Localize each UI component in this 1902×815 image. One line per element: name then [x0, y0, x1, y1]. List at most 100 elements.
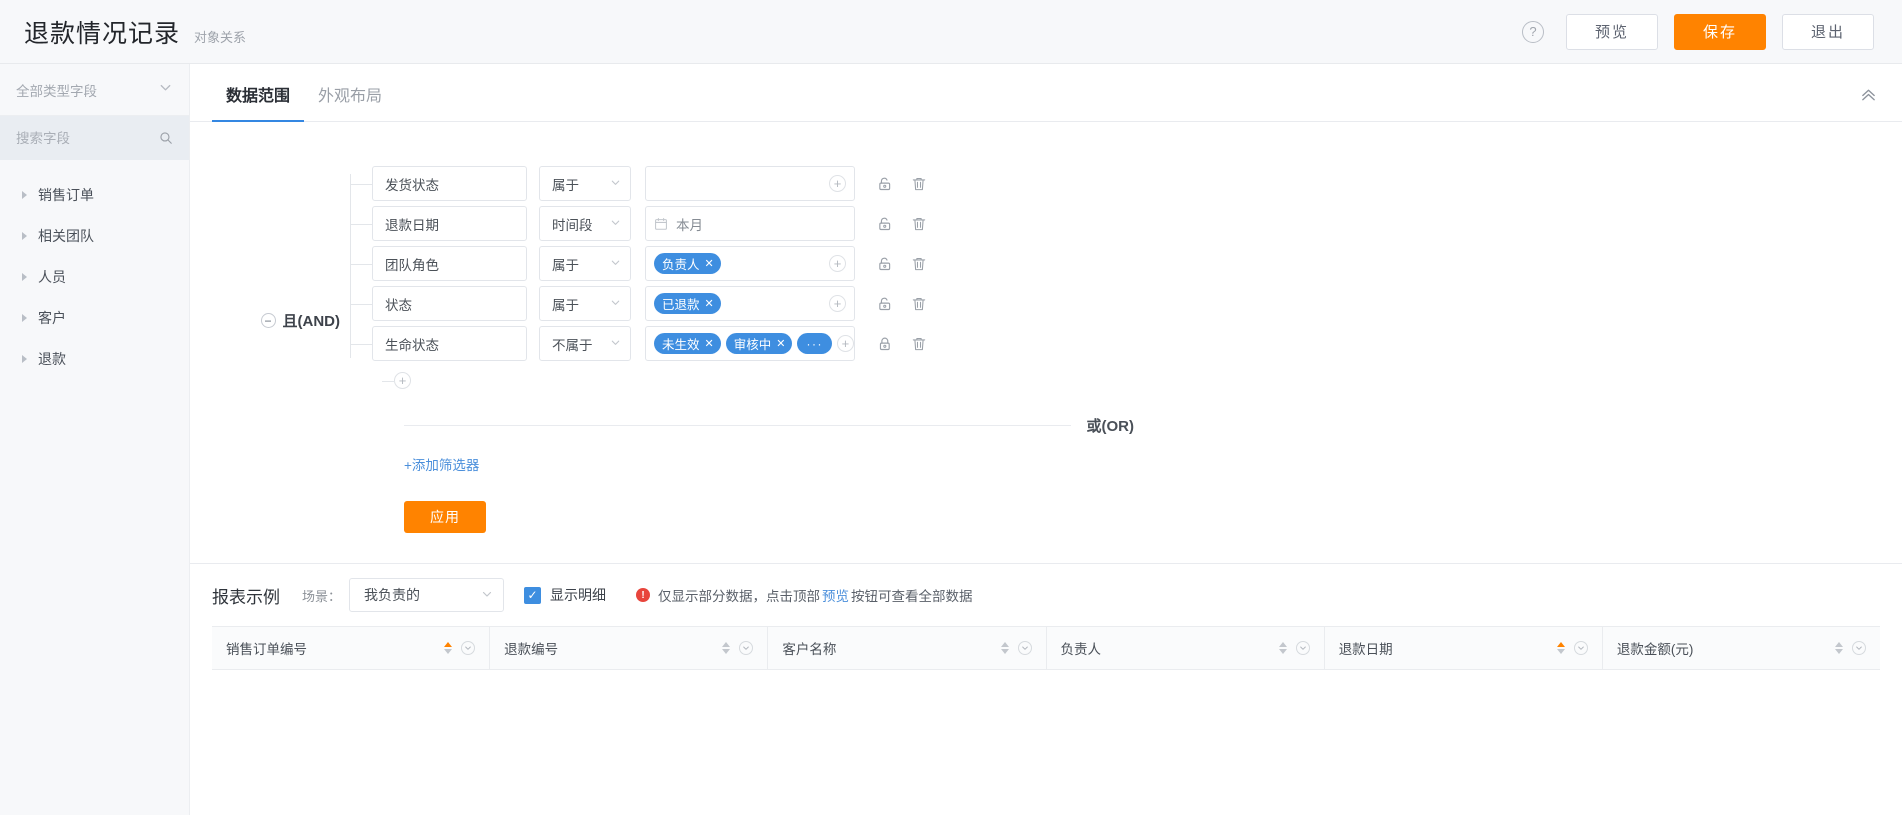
- add-value-icon[interactable]: +: [829, 295, 846, 312]
- filter-group-operator-label: 且(AND): [282, 313, 341, 330]
- filter-operator-select[interactable]: 时间段: [539, 206, 631, 241]
- sort-icon[interactable]: [722, 642, 731, 654]
- table-column-header[interactable]: 退款金额(元): [1603, 627, 1880, 669]
- table-column-header[interactable]: 退款日期: [1325, 627, 1603, 669]
- delete-icon[interactable]: [911, 336, 927, 352]
- unlock-icon[interactable]: [877, 256, 893, 272]
- sidebar-item-sales-order[interactable]: 销售订单: [0, 174, 189, 215]
- column-controls: [444, 641, 476, 655]
- value-tag[interactable]: 负责人 ✕: [654, 253, 721, 274]
- column-menu-icon[interactable]: [1573, 641, 1588, 655]
- add-filter-link[interactable]: +添加筛选器: [404, 454, 479, 474]
- filter-operator-select[interactable]: 属于: [539, 286, 631, 321]
- column-menu-icon[interactable]: [739, 641, 754, 655]
- warning-preview-link[interactable]: 预览: [822, 585, 849, 605]
- search-input[interactable]: [16, 130, 146, 146]
- filter-value-tags[interactable]: 已退款 ✕ +: [645, 286, 855, 321]
- sidebar-item-label: 退款: [38, 350, 66, 367]
- column-menu-icon[interactable]: [1295, 641, 1310, 655]
- value-tag[interactable]: 已退款 ✕: [654, 293, 721, 314]
- filter-field-select[interactable]: 团队角色: [372, 246, 527, 281]
- add-value-icon[interactable]: +: [836, 335, 854, 352]
- table-column-header[interactable]: 客户名称: [768, 627, 1047, 669]
- search-icon[interactable]: [159, 131, 173, 145]
- preview-button[interactable]: 预览: [1566, 13, 1658, 50]
- add-condition-button[interactable]: +: [382, 372, 411, 389]
- exit-button[interactable]: 退出: [1782, 13, 1874, 50]
- sort-icon[interactable]: [1835, 642, 1844, 654]
- filter-row: 状态 属于 已退款 ✕ +: [350, 284, 927, 323]
- sidebar-item-related-team[interactable]: 相关团队: [0, 215, 189, 256]
- chevron-down-icon: [610, 297, 621, 311]
- sidebar-search[interactable]: [0, 116, 189, 160]
- remove-tag-icon[interactable]: ✕: [776, 337, 785, 350]
- sidebar-item-refund[interactable]: 退款: [0, 338, 189, 379]
- table-column-header[interactable]: 退款编号: [490, 627, 769, 669]
- table-column-header[interactable]: 负责人: [1047, 627, 1325, 669]
- preview-title: 报表示例: [212, 587, 280, 607]
- value-tag[interactable]: 未生效 ✕: [654, 333, 721, 354]
- add-value-icon[interactable]: +: [829, 255, 846, 272]
- filter-operator-select[interactable]: 属于: [539, 246, 631, 281]
- delete-icon[interactable]: [911, 296, 927, 312]
- filter-value-tags[interactable]: 未生效 ✕ 审核中 ✕ ··· +: [645, 326, 855, 361]
- sidebar-item-personnel[interactable]: 人员: [0, 256, 189, 297]
- column-menu-icon[interactable]: [1852, 641, 1867, 655]
- warning-icon: !: [636, 588, 651, 602]
- filter-value-input[interactable]: +: [645, 166, 855, 201]
- filter-field-select[interactable]: 退款日期: [372, 206, 527, 241]
- delete-icon[interactable]: [911, 256, 927, 272]
- show-detail-checkbox[interactable]: ✓ 显示明细: [524, 585, 606, 605]
- preview-table-header: 销售订单编号 退款编号 客户名称 负责人 退款日期 退款金额(元): [212, 626, 1880, 670]
- apply-button[interactable]: 应用: [404, 501, 486, 533]
- triangle-right-icon: [22, 313, 27, 322]
- value-tag-label: 审核中: [733, 338, 772, 352]
- triangle-right-icon: [22, 354, 27, 363]
- tab-data-range[interactable]: 数据范围: [212, 82, 305, 122]
- remove-tag-icon[interactable]: ✕: [705, 257, 714, 270]
- add-value-icon[interactable]: +: [829, 175, 846, 192]
- collapse-group-icon[interactable]: −: [260, 313, 276, 328]
- help-icon[interactable]: ?: [1522, 20, 1544, 43]
- lock-icon[interactable]: [877, 336, 893, 352]
- filter-row-actions: [877, 336, 927, 352]
- calendar-icon: [654, 217, 668, 231]
- chevron-down-icon: [610, 337, 621, 351]
- filter-row-actions: [877, 176, 927, 192]
- filter-field-select[interactable]: 发货状态: [372, 166, 527, 201]
- column-label: 销售订单编号: [226, 642, 307, 657]
- sort-icon[interactable]: [1278, 642, 1287, 654]
- collapse-icon[interactable]: [1859, 85, 1878, 107]
- chevron-down-icon: [610, 257, 621, 271]
- remove-tag-icon[interactable]: ✕: [705, 297, 714, 310]
- preview-toolbar: 报表示例 场景： 我负责的 ✓ 显示明细 ! 仅显示部分数据，点击顶部 预览 按…: [190, 564, 1902, 626]
- filter-field-select[interactable]: 生命状态: [372, 326, 527, 361]
- sort-icon[interactable]: [444, 642, 453, 654]
- remove-tag-icon[interactable]: ✕: [705, 337, 714, 350]
- column-label: 负责人: [1060, 642, 1102, 657]
- filter-operator-select[interactable]: 不属于: [539, 326, 631, 361]
- column-menu-icon[interactable]: [461, 641, 476, 655]
- table-column-header[interactable]: 销售订单编号: [212, 627, 491, 669]
- filter-value-tags[interactable]: 负责人 ✕ +: [645, 246, 855, 281]
- sidebar-item-label: 客户: [38, 309, 66, 326]
- delete-icon[interactable]: [911, 176, 927, 192]
- column-menu-icon[interactable]: [1017, 641, 1032, 655]
- sidebar-item-customer[interactable]: 客户: [0, 297, 189, 338]
- filter-operator-select[interactable]: 属于: [539, 166, 631, 201]
- filter-value-date[interactable]: 本月: [645, 206, 855, 241]
- value-tag-overflow[interactable]: ···: [797, 333, 832, 354]
- delete-icon[interactable]: [911, 216, 927, 232]
- sort-icon[interactable]: [1000, 642, 1009, 654]
- scene-select[interactable]: 我负责的: [349, 578, 505, 612]
- sidebar-type-filter[interactable]: 全部类型字段: [0, 64, 189, 116]
- unlock-icon[interactable]: [877, 216, 893, 232]
- unlock-icon[interactable]: [877, 296, 893, 312]
- save-button[interactable]: 保存: [1674, 13, 1766, 50]
- value-tag-label: 负责人: [662, 258, 700, 272]
- sort-icon[interactable]: [1556, 642, 1565, 654]
- unlock-icon[interactable]: [877, 176, 893, 192]
- tab-appearance-layout[interactable]: 外观布局: [304, 82, 396, 121]
- filter-field-select[interactable]: 状态: [372, 286, 527, 321]
- value-tag[interactable]: 审核中 ✕: [725, 333, 793, 354]
